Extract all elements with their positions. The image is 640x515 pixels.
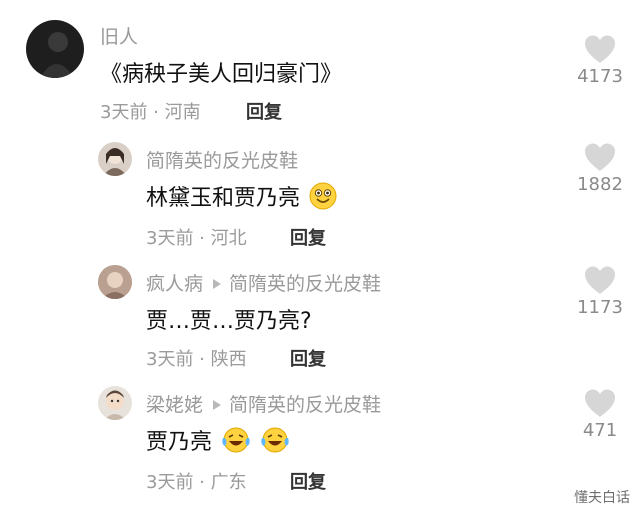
comment-meta: 3天前 · 河北 xyxy=(146,224,247,250)
like-button[interactable]: 1173 xyxy=(570,265,630,318)
reply-button[interactable]: 回复 xyxy=(290,468,326,494)
comment-time: 3天前 xyxy=(146,472,194,493)
like-count: 4173 xyxy=(577,66,623,87)
heart-icon xyxy=(585,143,615,171)
username-link[interactable]: 梁姥姥 xyxy=(146,394,203,416)
username[interactable]: 简隋英的反光皮鞋 xyxy=(146,146,298,173)
comment-location: 广东 xyxy=(210,472,247,493)
comment-time: 3天前 xyxy=(100,102,148,123)
comment-time: 3天前 xyxy=(146,349,194,370)
user-photo-icon xyxy=(98,265,132,299)
comment-item: 梁姥姥 简隋英的反光皮鞋 贾乃亮 3天前 · 广东 回复 471 xyxy=(0,380,640,515)
comment-location: 河南 xyxy=(164,102,201,123)
username-link[interactable]: 疯人病 xyxy=(146,273,203,295)
laughing-tears-emoji xyxy=(260,426,290,460)
comment-meta: 3天前 · 河南 xyxy=(100,98,201,124)
user-photo-icon xyxy=(103,148,127,176)
avatar[interactable] xyxy=(98,265,132,299)
meta-separator: · xyxy=(193,349,211,370)
watermark: 懂夫白话 xyxy=(574,487,630,507)
username: 疯人病 简隋英的反光皮鞋 xyxy=(146,269,381,296)
meta-separator: · xyxy=(147,102,165,123)
reply-arrow-icon xyxy=(213,399,222,410)
comment-item: 旧人 《病秧子美人回归豪门》 3天前 · 河南 回复 4173 xyxy=(0,0,640,130)
avatar[interactable] xyxy=(26,20,84,78)
reply-button[interactable]: 回复 xyxy=(290,345,326,371)
reply-to-user[interactable]: 简隋英的反光皮鞋 xyxy=(229,394,381,416)
laughing-tears-emoji xyxy=(221,426,251,460)
comment-item: 疯人病 简隋英的反光皮鞋 贾…贾…贾乃亮? 3天前 · 陕西 回复 1173 xyxy=(0,255,640,380)
comment-item: 简隋英的反光皮鞋 林黛玉和贾乃亮 3天前 · 河北 回复 1882 xyxy=(0,130,640,255)
comment-time: 3天前 xyxy=(146,228,194,249)
meta-separator: · xyxy=(193,228,211,249)
grinning-face-emoji xyxy=(309,182,337,216)
comment-location: 陕西 xyxy=(210,349,247,370)
comment-meta: 3天前 · 陕西 xyxy=(146,345,247,371)
comment-text: 贾乃亮 xyxy=(146,424,290,460)
like-button[interactable]: 1882 xyxy=(570,142,630,195)
comment-meta: 3天前 · 广东 xyxy=(146,468,247,494)
like-count: 1882 xyxy=(577,174,623,195)
user-photo-icon xyxy=(104,390,126,420)
comment-text: 《病秧子美人回归豪门》 xyxy=(100,62,343,87)
comment-text-content: 林黛玉和贾乃亮 xyxy=(146,186,301,211)
reply-button[interactable]: 回复 xyxy=(290,224,326,250)
comment-text-content: 贾乃亮 xyxy=(146,430,213,455)
username[interactable]: 旧人 xyxy=(100,22,138,49)
heart-icon xyxy=(585,389,615,417)
comment-location: 河北 xyxy=(210,228,247,249)
meta-separator: · xyxy=(193,472,211,493)
heart-icon xyxy=(585,266,615,294)
comment-text: 贾…贾…贾乃亮? xyxy=(146,309,312,334)
like-button[interactable]: 4173 xyxy=(570,34,630,87)
reply-arrow-icon xyxy=(213,278,222,289)
silhouette-icon xyxy=(40,32,74,78)
avatar[interactable] xyxy=(98,386,132,420)
heart-icon xyxy=(585,35,615,63)
comment-text: 林黛玉和贾乃亮 xyxy=(146,180,337,216)
avatar[interactable] xyxy=(98,142,132,176)
like-button[interactable]: 471 xyxy=(570,388,630,441)
username: 梁姥姥 简隋英的反光皮鞋 xyxy=(146,390,381,417)
like-count: 1173 xyxy=(577,297,623,318)
like-count: 471 xyxy=(582,420,618,441)
reply-button[interactable]: 回复 xyxy=(246,98,282,124)
reply-to-user[interactable]: 简隋英的反光皮鞋 xyxy=(229,273,381,295)
watermark-text: 懂夫白话 xyxy=(574,490,630,506)
